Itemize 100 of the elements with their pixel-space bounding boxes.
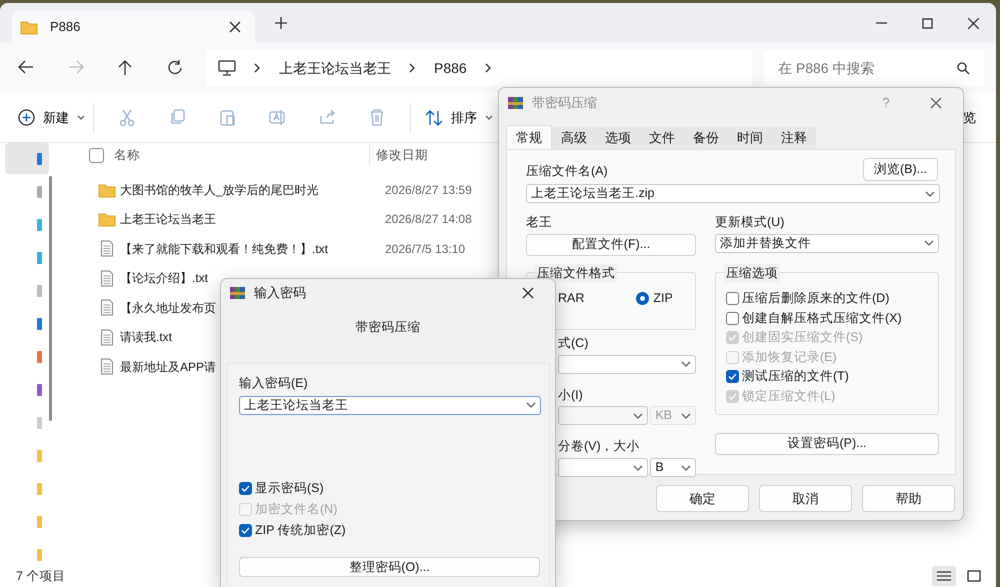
dropdown[interactable] xyxy=(558,406,648,426)
dialog-tab[interactable]: 备份 xyxy=(684,127,728,149)
nav-icon[interactable] xyxy=(37,483,42,495)
document-icon xyxy=(98,358,116,376)
field-label: 分卷(V)，大小 xyxy=(558,439,640,454)
sort-button[interactable]: 排序 xyxy=(425,102,493,134)
chevron-icon xyxy=(484,63,492,73)
back-arrow-icon xyxy=(18,60,34,76)
column-header[interactable]: 修改日期 xyxy=(376,146,428,164)
maximize-icon xyxy=(922,18,932,28)
dialog-tab[interactable]: 时间 xyxy=(728,127,772,149)
item-count: 7 个项目 xyxy=(16,568,66,585)
checkbox-label: ZIP 传统加密(Z) xyxy=(255,522,346,539)
file-name[interactable]: 请读我.txt xyxy=(120,330,172,344)
chevron-icon xyxy=(681,412,691,420)
search-field[interactable]: 在 P886 中搜索 xyxy=(764,50,984,86)
radio-button[interactable] xyxy=(636,292,650,305)
file-name[interactable]: 上老王论坛当老王 xyxy=(120,212,216,226)
field-label: 式(C) xyxy=(558,336,588,350)
rename-icon xyxy=(268,109,286,126)
file-name[interactable]: 【来了就能下载和观看！纯免费！】.txt xyxy=(120,242,328,256)
file-name[interactable]: 大图书馆的牧羊人_放学后的尾巴时光 xyxy=(120,182,319,197)
nav-icon[interactable] xyxy=(37,252,42,264)
search-icon xyxy=(957,62,970,75)
nav-icon[interactable] xyxy=(37,351,42,363)
password-dropdown[interactable]: 上老王论坛当老王 xyxy=(239,396,541,415)
close-icon xyxy=(229,21,241,33)
new-button[interactable]: 新建 xyxy=(18,102,85,134)
checkmark-icon xyxy=(728,334,737,341)
chevron-icon xyxy=(681,464,691,472)
close-icon xyxy=(968,18,978,28)
checkbox[interactable] xyxy=(239,524,252,537)
select-all-checkbox[interactable] xyxy=(89,148,104,162)
scrollbar[interactable] xyxy=(49,176,52,421)
checkbox[interactable] xyxy=(239,482,252,495)
checkbox-label: 添加恢复记录(E) xyxy=(742,348,837,366)
breadcrumb-item[interactable]: P886 xyxy=(434,58,467,78)
column-header[interactable]: 名称 xyxy=(114,146,369,164)
document-icon xyxy=(98,270,116,287)
field-label: 更新模式(U) xyxy=(715,215,784,229)
explorer-tab[interactable]: P886 xyxy=(12,11,255,43)
dialog-title: 输入密码 xyxy=(254,284,307,302)
archive-icon xyxy=(229,285,246,301)
view-button[interactable]: 览 xyxy=(963,102,976,134)
chevron-icon xyxy=(633,464,644,472)
checkbox[interactable] xyxy=(726,370,739,383)
nav-item[interactable] xyxy=(5,143,49,174)
checkbox-label: 压缩后删除原来的文件(D) xyxy=(742,290,890,308)
checkmark-icon xyxy=(728,373,737,380)
file-date: 2026/7/5 13:10 xyxy=(385,240,466,258)
nav-icon[interactable] xyxy=(37,450,42,462)
profile-button[interactable]: 配置文件(F)... xyxy=(526,234,696,256)
filename-dropdown[interactable]: 上老王论坛当老王.zip xyxy=(526,184,940,203)
organize-passwords-button[interactable]: 整理密码(O)... xyxy=(239,556,540,577)
dialog-tab[interactable]: 注释 xyxy=(772,127,816,149)
dialog-tab[interactable]: 选项 xyxy=(596,127,640,149)
radio-label: ZIP xyxy=(653,290,673,307)
chevron-icon xyxy=(77,114,85,120)
checkmark-icon xyxy=(241,526,250,534)
dialog-button[interactable]: 帮助 xyxy=(862,485,955,512)
nav-icon[interactable] xyxy=(37,186,42,198)
dialog-tab[interactable]: 文件 xyxy=(640,127,684,149)
document-icon xyxy=(98,328,116,346)
checkbox-label: 显示密码(S) xyxy=(255,480,324,497)
breadcrumb-item[interactable]: 上老王论坛当老王 xyxy=(279,58,391,78)
copy-icon xyxy=(168,109,186,126)
set-password-button[interactable]: 设置密码(P)... xyxy=(715,432,939,455)
refresh-icon xyxy=(168,60,184,76)
checkbox[interactable] xyxy=(726,312,739,324)
chevron-icon xyxy=(485,114,493,120)
folder-icon xyxy=(98,182,116,198)
scissors-icon xyxy=(118,109,136,126)
field-label: 小(I) xyxy=(558,388,583,402)
dialog-tab[interactable]: 高级 xyxy=(552,127,596,149)
chevron-icon xyxy=(925,190,935,198)
browse-button[interactable]: 浏览(B)... xyxy=(863,158,938,181)
dropdown[interactable] xyxy=(558,458,648,477)
dialog-button[interactable]: 确定 xyxy=(656,485,749,512)
nav-icon[interactable] xyxy=(37,219,42,231)
nav-icon[interactable] xyxy=(37,549,42,561)
file-name[interactable]: 【永久地址发布页 xyxy=(120,300,216,315)
nav-icon[interactable] xyxy=(37,285,42,297)
dialog-tab[interactable]: 常规 xyxy=(506,125,552,149)
document-icon xyxy=(98,299,116,316)
details-view-button[interactable] xyxy=(932,566,956,586)
sort-icon xyxy=(425,110,443,126)
update-mode-dropdown[interactable]: 添加并替换文件 xyxy=(715,234,939,253)
nav-icon[interactable] xyxy=(37,384,42,396)
nav-icon[interactable] xyxy=(37,417,42,429)
plus-circle-icon xyxy=(18,109,35,126)
checkbox[interactable] xyxy=(726,292,739,305)
nav-icon[interactable] xyxy=(37,153,42,165)
file-name[interactable]: 最新地址及APP请 xyxy=(120,360,216,374)
dropdown[interactable] xyxy=(558,354,696,374)
details-view-icon xyxy=(937,570,951,582)
nav-icon[interactable] xyxy=(37,318,42,330)
dialog-button[interactable]: 取消 xyxy=(759,485,852,512)
dropdown[interactable]: B xyxy=(650,458,696,477)
nav-icon[interactable] xyxy=(37,516,42,528)
file-name[interactable]: 【论坛介绍】.txt xyxy=(120,271,208,286)
